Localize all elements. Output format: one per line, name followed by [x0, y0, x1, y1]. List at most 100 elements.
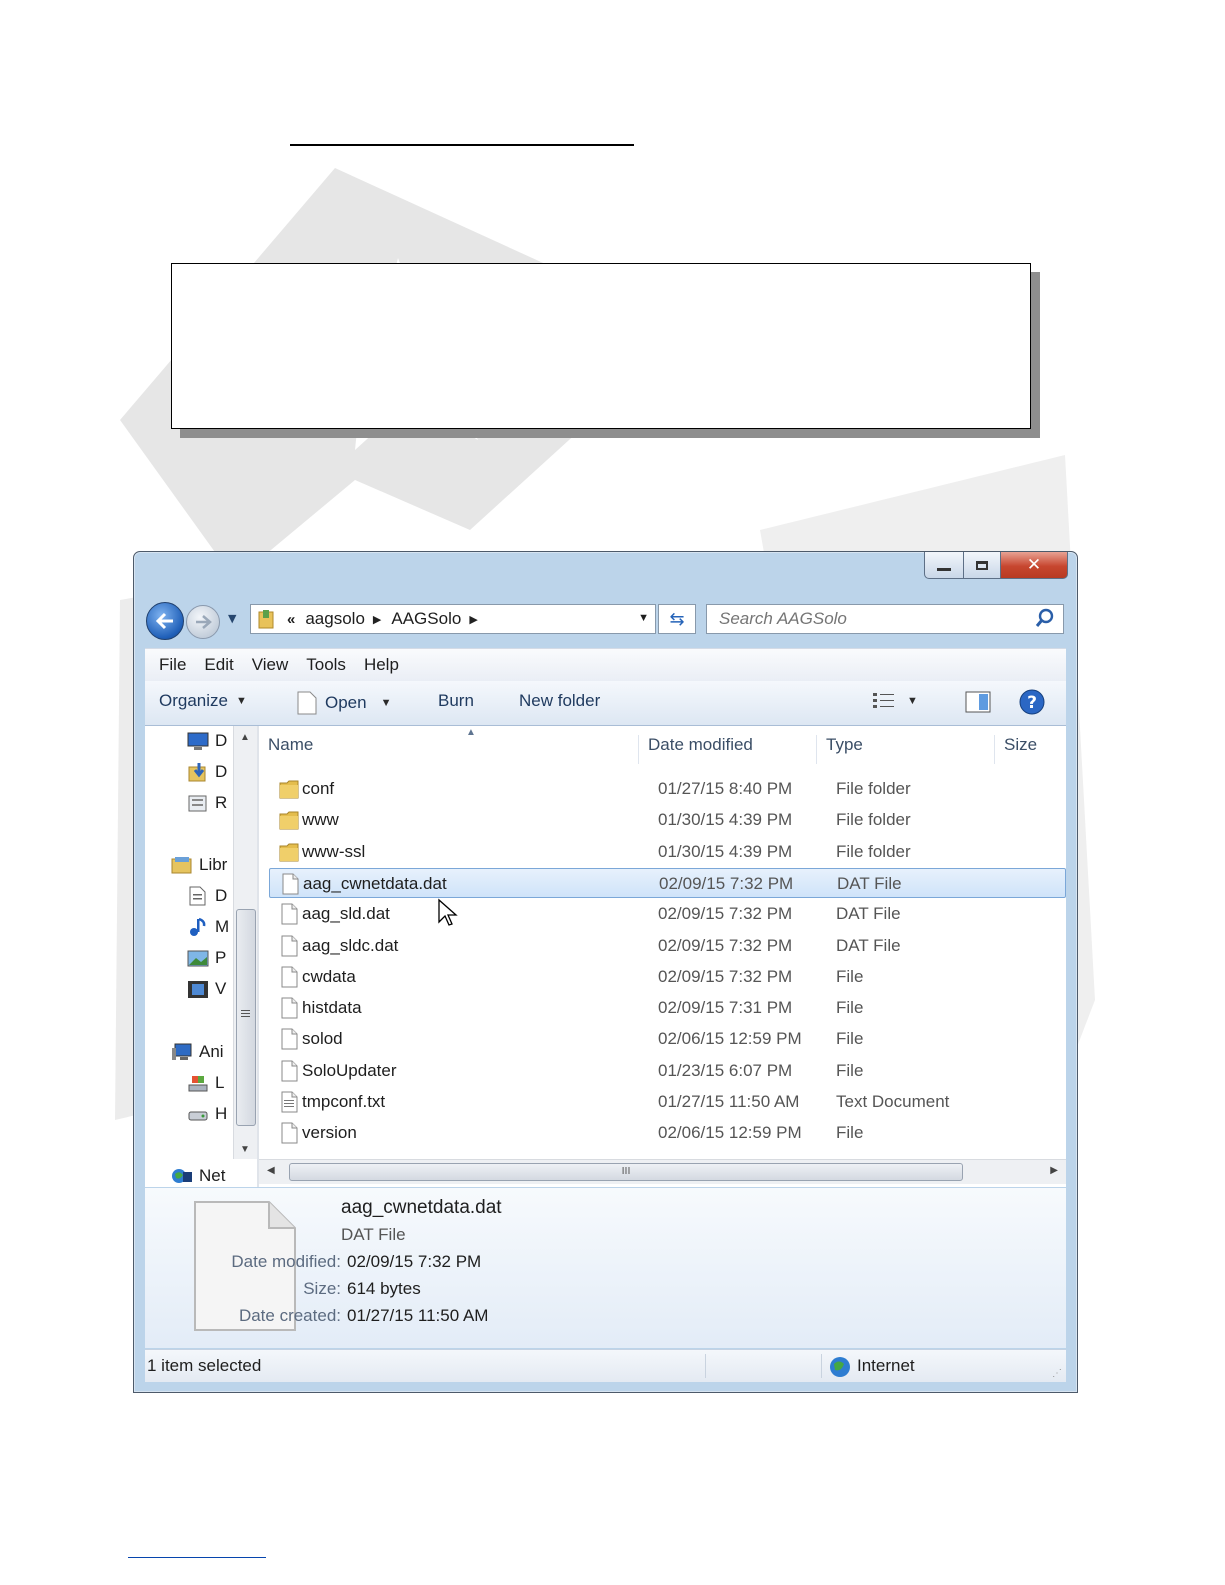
menu-tools[interactable]: Tools [306, 655, 346, 675]
file-icon [281, 1122, 298, 1144]
scroll-down-icon[interactable]: ▼ [240, 1144, 250, 1155]
new-folder-button[interactable]: New folder [519, 691, 600, 711]
nav-pane-scroll-thumb[interactable] [236, 909, 256, 1126]
file-type: DAT File [836, 935, 901, 955]
address-overflow-chevron[interactable]: « [287, 611, 295, 628]
nav-item-downloads[interactable]: D [187, 762, 227, 782]
refresh-icon: ⇆ [669, 608, 685, 630]
scroll-right-icon[interactable]: ▶ [1050, 1165, 1058, 1176]
nav-item-hard-drive[interactable]: H [187, 1104, 227, 1124]
minimize-button[interactable] [924, 552, 964, 579]
nav-item-network[interactable]: Net [171, 1166, 257, 1186]
file-type: Text Document [836, 1092, 950, 1111]
open-button[interactable]: Open ▼ [297, 691, 391, 715]
file-list-horizontal-scrollbar[interactable]: ◀ III ▶ [259, 1159, 1066, 1184]
help-button[interactable]: ? [1019, 689, 1045, 715]
file-row[interactable]: solod 02/06/15 12:59 PM File [269, 1024, 1066, 1054]
menu-help[interactable]: Help [364, 655, 399, 675]
network-icon [172, 1169, 192, 1183]
column-type[interactable]: Type [816, 735, 986, 764]
preview-pane-icon [965, 691, 991, 713]
file-type: File [836, 998, 864, 1018]
status-bar: 1 item selected Internet ⋰ [145, 1349, 1066, 1382]
file-name: tmpconf.txt [302, 1092, 386, 1111]
text-file-icon [281, 1091, 298, 1113]
search-input[interactable] [717, 608, 1021, 630]
menu-edit[interactable]: Edit [204, 655, 233, 675]
nav-item-label: D [215, 886, 228, 905]
breadcrumb-arrow-icon[interactable]: ▶ [469, 613, 477, 626]
scroll-left-icon[interactable]: ◀ [267, 1165, 275, 1176]
view-options-button[interactable]: ▼ [871, 691, 918, 711]
preview-pane-button[interactable] [965, 691, 991, 713]
nav-item-libraries[interactable]: Libr [171, 855, 227, 875]
heading-underline [290, 144, 634, 146]
column-type-label: Type [826, 735, 863, 754]
close-button[interactable]: ✕ [1001, 552, 1068, 579]
help-icon: ? [1019, 689, 1045, 715]
details-date-created: Date created: 01/27/15 11:50 AM [173, 1306, 489, 1326]
column-name-label: Name [268, 735, 314, 754]
file-name: www [302, 810, 339, 830]
file-row[interactable]: aag_sld.dat 02/09/15 7:32 PM DAT File [269, 899, 1066, 929]
nav-pane-scrollbar[interactable]: ▲ ▼ [233, 726, 258, 1159]
nav-item-desktop[interactable]: D [187, 731, 227, 751]
music-icon [190, 917, 206, 936]
horizontal-scroll-thumb[interactable]: III [289, 1163, 963, 1181]
scroll-up-icon[interactable]: ▲ [240, 732, 250, 743]
details-date-created-label: Date created: [238, 1306, 341, 1325]
nav-item-recent-places[interactable]: R [187, 793, 227, 813]
details-date-modified: Date modified: 02/09/15 7:32 PM [173, 1252, 481, 1272]
maximize-button[interactable] [964, 552, 1001, 579]
breadcrumb-aagsolo[interactable]: aagsolo [305, 609, 365, 629]
nav-item-music[interactable]: M [187, 917, 229, 937]
file-row[interactable]: aag_sldc.dat 02/09/15 7:32 PM DAT File [269, 931, 1066, 961]
search-box[interactable] [706, 604, 1064, 634]
resize-grip-icon[interactable]: ⋰ [1052, 1368, 1062, 1379]
breadcrumb-arrow-icon[interactable]: ▶ [373, 613, 381, 626]
address-bar[interactable]: « aagsolo ▶ AAGSolo ▶ ▼ [250, 604, 656, 634]
details-size-label: Size: [303, 1279, 341, 1298]
back-button[interactable] [146, 602, 184, 640]
file-row[interactable]: version 02/06/15 12:59 PM File [269, 1118, 1066, 1148]
file-date-modified: 02/06/15 12:59 PM [658, 1029, 802, 1049]
address-dropdown-icon[interactable]: ▼ [638, 612, 649, 624]
file-row[interactable]: SoloUpdater 01/23/15 6:07 PM File [269, 1056, 1066, 1086]
nav-item-local-disk[interactable]: L [187, 1073, 224, 1093]
organize-button[interactable]: Organize ▼ [159, 691, 247, 711]
file-row[interactable]: cwdata 02/09/15 7:32 PM File [269, 962, 1066, 992]
nav-item-label: L [215, 1073, 225, 1092]
menu-bar: File Edit View Tools Help [145, 648, 1066, 681]
file-icon [281, 903, 298, 925]
menu-file[interactable]: File [159, 655, 186, 675]
footnote-rule [128, 1557, 266, 1558]
search-icon[interactable] [1035, 608, 1055, 628]
file-row[interactable]: www 01/30/15 4:39 PM File folder [269, 805, 1066, 835]
file-name: solod [302, 1029, 343, 1049]
column-size[interactable]: Size [994, 735, 1066, 764]
file-row[interactable]: tmpconf.txt 01/27/15 11:50 AM Text Documen… [269, 1087, 1066, 1117]
breadcrumb-AAGSolo[interactable]: AAGSolo [391, 609, 461, 629]
forward-button[interactable] [186, 605, 220, 639]
menu-view[interactable]: View [252, 655, 289, 675]
burn-button[interactable]: Burn [438, 691, 474, 711]
file-icon [281, 1060, 298, 1082]
nav-item-pictures[interactable]: P [187, 948, 226, 968]
nav-item-documents[interactable]: D [187, 886, 227, 906]
file-row[interactable]: histdata 02/09/15 7:31 PM File [269, 993, 1066, 1023]
file-type: DAT File [837, 873, 902, 893]
recent-pages-dropdown-icon[interactable]: ▼ [228, 612, 236, 625]
details-date-created-value: 01/27/15 11:50 AM [347, 1306, 489, 1325]
file-row-selected[interactable]: aag_cwnetdata.dat 02/09/15 7:32 PM DAT Fil… [269, 867, 1066, 898]
file-row[interactable]: www-ssl 01/30/15 4:39 PM File folder [269, 837, 1066, 867]
column-name[interactable]: Name [259, 735, 638, 764]
organize-label: Organize [159, 691, 228, 710]
column-date-modified[interactable]: Date modified [638, 735, 808, 764]
refresh-button[interactable]: ⇆ [658, 604, 696, 634]
file-row[interactable]: conf 01/27/15 8:40 PM File folder [269, 774, 1066, 804]
nav-item-label: P [215, 948, 227, 967]
scroll-grip: III [621, 1166, 631, 1177]
details-size-value: 614 bytes [347, 1279, 421, 1298]
nav-item-computer[interactable]: Ani [171, 1042, 224, 1062]
nav-item-videos[interactable]: V [187, 979, 226, 999]
